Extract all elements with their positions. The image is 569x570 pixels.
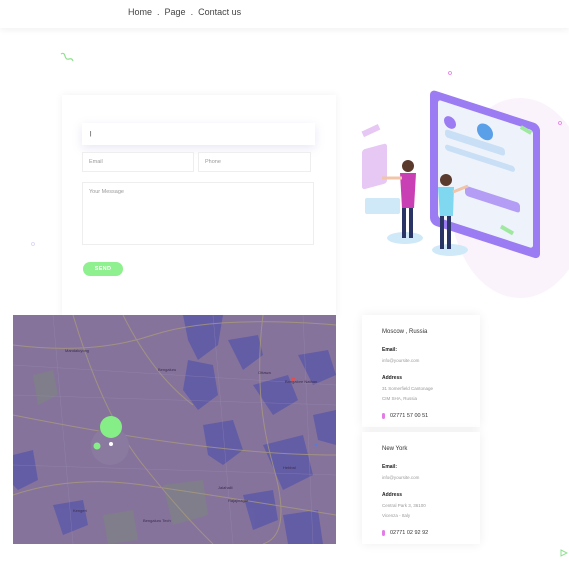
email-value[interactable]: info@yoursite.com bbox=[382, 356, 480, 366]
breadcrumb-separator: . bbox=[190, 7, 194, 17]
email-label: Email: bbox=[382, 347, 398, 353]
contact-form: Email Phone Your Message SEND bbox=[62, 95, 336, 317]
address-line-2: CIM SHA, Russia bbox=[382, 396, 418, 401]
email-label: Email: bbox=[382, 464, 398, 470]
phone-number: 02771 57 00 51 bbox=[390, 413, 429, 419]
top-bar: Home . Page . Contact us bbox=[0, 0, 569, 28]
phone-line[interactable]: 02771 57 00 51 bbox=[382, 413, 480, 419]
phone-number: 02771 02 92 92 bbox=[390, 530, 429, 536]
contact-illustration bbox=[350, 68, 569, 298]
map-label: Kengeri bbox=[73, 508, 87, 513]
play-arrow-decoration-icon bbox=[560, 549, 569, 559]
map-label: Ottawa bbox=[258, 370, 271, 375]
email-field[interactable]: Email bbox=[82, 152, 194, 172]
address-label: Address bbox=[382, 492, 403, 498]
city-name: Moscow , Russia bbox=[382, 329, 428, 335]
phone-line[interactable]: 02771 02 92 92 bbox=[382, 530, 480, 536]
name-input[interactable] bbox=[82, 123, 315, 145]
breadcrumb: Home . Page . Contact us bbox=[128, 7, 241, 17]
map-label: Hebbal bbox=[283, 465, 296, 470]
breadcrumb-separator: . bbox=[157, 7, 160, 17]
address-line-1: Central Park 3, 36100 bbox=[382, 503, 426, 508]
email-value[interactable]: info@yoursite.com bbox=[382, 473, 480, 483]
phone-icon bbox=[382, 530, 385, 536]
breadcrumb-page-link[interactable]: Page bbox=[165, 7, 186, 17]
map-label: Jalahalli bbox=[218, 485, 233, 490]
map-label: Bengaluru bbox=[158, 367, 177, 372]
map-label: Mandaluyong bbox=[65, 348, 90, 353]
city-name: New York bbox=[382, 446, 408, 452]
address-line-2: Vicenza - Italy bbox=[382, 513, 411, 518]
location-map[interactable]: Mandaluyong Bengaluru Ottawa Bangalore N… bbox=[13, 315, 336, 544]
send-button[interactable]: SEND bbox=[83, 262, 123, 276]
map-label: Rajajinagar bbox=[228, 498, 249, 503]
squiggle-decoration-icon bbox=[60, 52, 74, 67]
email-placeholder: Email bbox=[89, 159, 103, 165]
contact-card-moscow: Moscow , Russia Email: info@yoursite.com… bbox=[362, 315, 480, 427]
contact-card-new-york: New York Email: info@yoursite.com Addres… bbox=[362, 432, 480, 544]
phone-placeholder: Phone bbox=[205, 159, 221, 165]
breadcrumb-current: Contact us bbox=[198, 7, 242, 17]
address-label: Address bbox=[382, 375, 403, 381]
dot-decoration-icon bbox=[30, 234, 36, 252]
map-label: Bangalore Nathan bbox=[285, 379, 318, 384]
message-placeholder: Your Message bbox=[89, 189, 124, 195]
phone-field[interactable]: Phone bbox=[198, 152, 311, 172]
phone-icon bbox=[382, 413, 385, 419]
message-textarea[interactable]: Your Message bbox=[82, 182, 314, 245]
address-line-1: 31 Somerfield Cantonage bbox=[382, 386, 434, 391]
map-label: Bengaluru Tech bbox=[143, 518, 171, 523]
breadcrumb-home-link[interactable]: Home bbox=[128, 7, 152, 17]
